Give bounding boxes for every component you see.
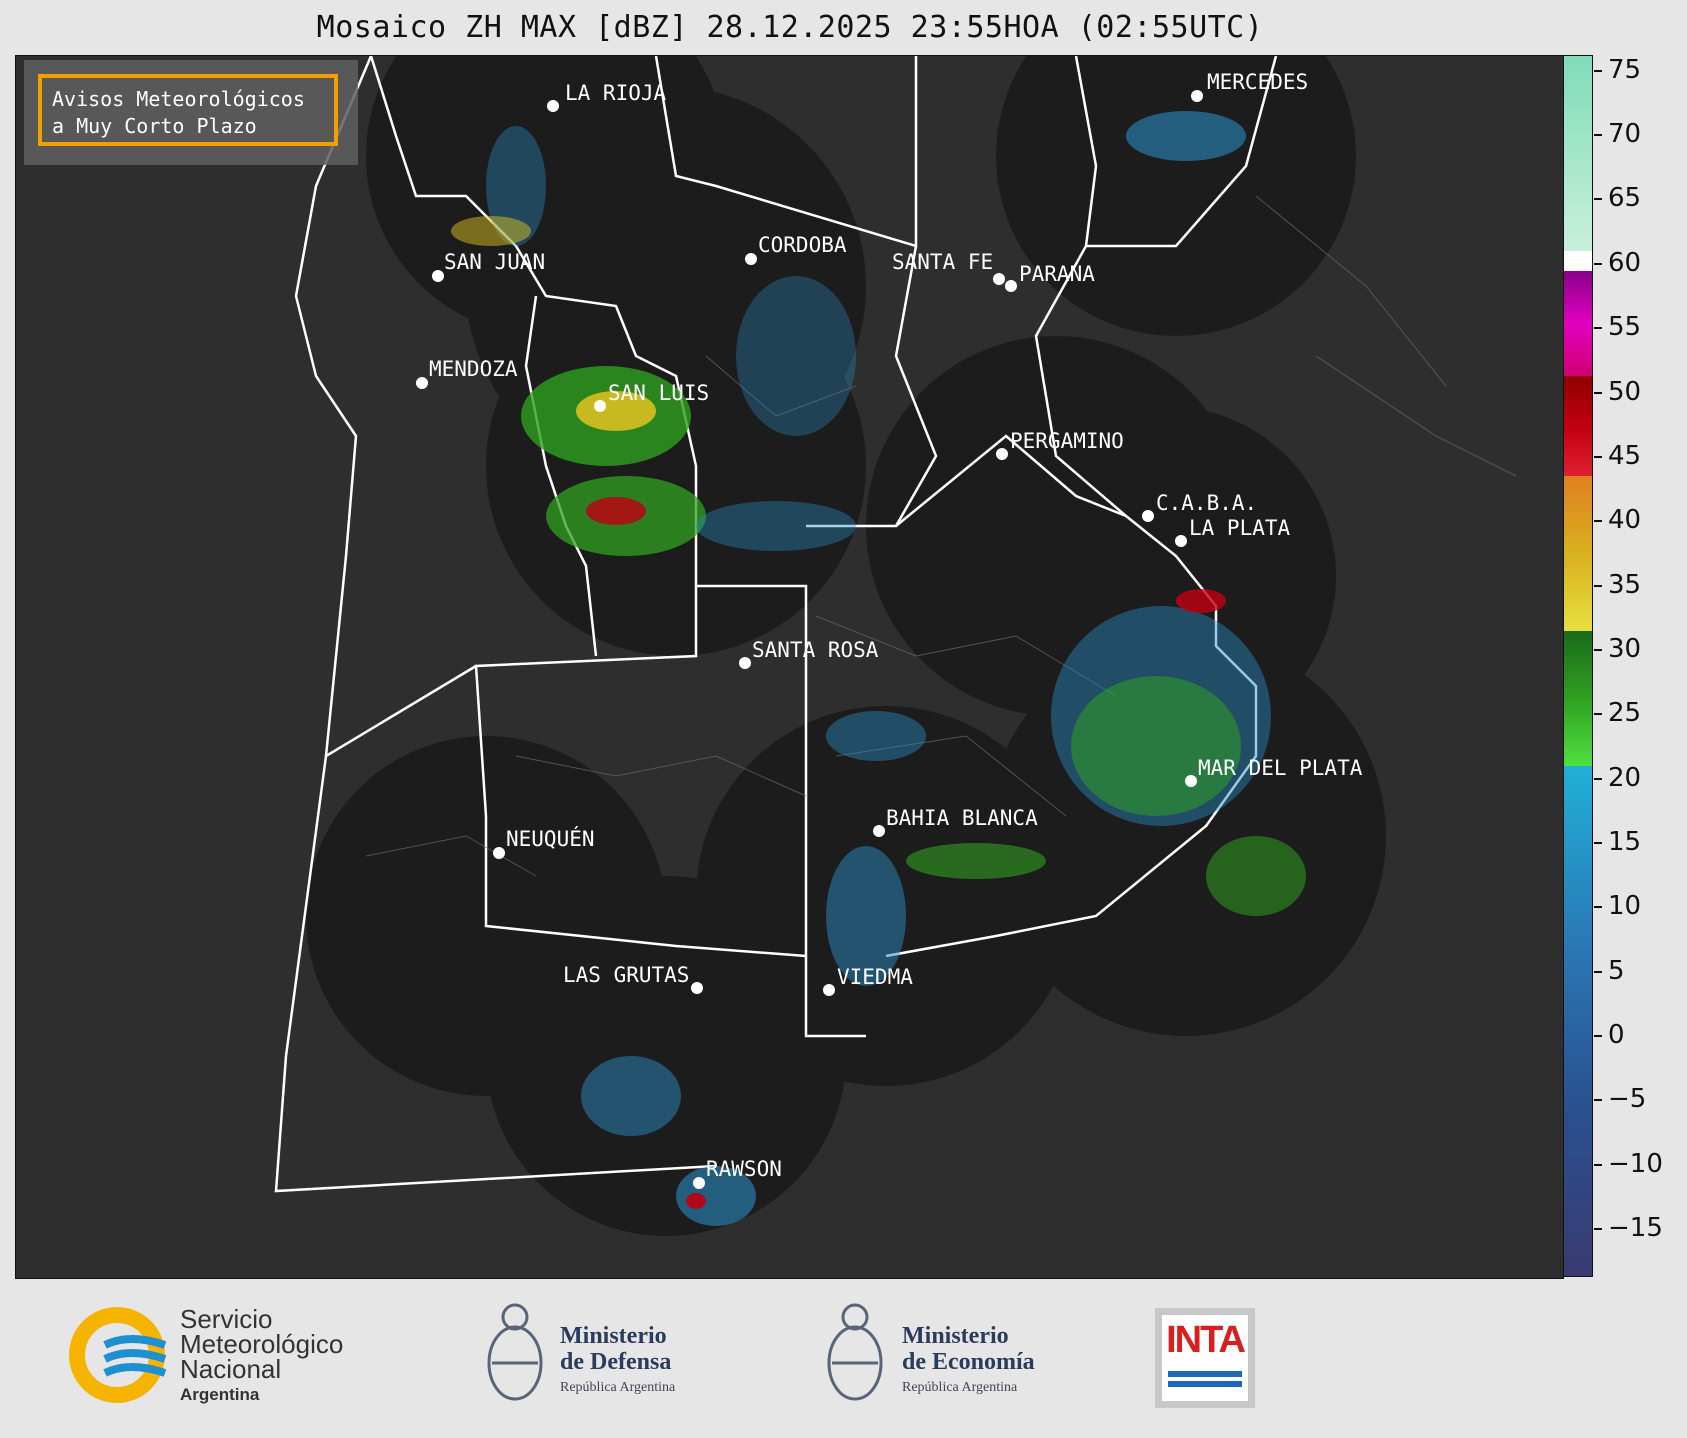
inta-stripe-1 — [1168, 1371, 1242, 1377]
colorbar-tick: 65 — [1594, 183, 1641, 213]
colorbar-tick: 70 — [1594, 119, 1641, 149]
economia-line-1: Ministerio — [902, 1323, 1009, 1349]
city-label: PARANA — [1019, 262, 1095, 286]
notice-panel: Avisos Meteorológicos a Muy Corto Plazo — [24, 60, 358, 165]
colorbar-seg-50-60 — [1564, 271, 1592, 376]
colorbar-tick: −15 — [1594, 1213, 1663, 1243]
colorbar-tick: 35 — [1594, 570, 1641, 600]
map-title: Mosaico ZH MAX [dBZ] 28.12.2025 23:55HOA… — [316, 10, 1264, 45]
colorbar-tick: 40 — [1594, 505, 1641, 535]
smn-line-4: Argentina — [180, 1385, 260, 1404]
colorbar-tick: −5 — [1594, 1084, 1646, 1114]
city-label: LAS GRUTAS — [563, 963, 689, 987]
city-label: BAHIA BLANCA — [886, 806, 1038, 830]
defensa-line-3: República Argentina — [560, 1380, 676, 1395]
smn-logo[interactable]: Servicio Meteorológico Nacional Argentin… — [65, 1305, 395, 1405]
colorbar-tick: 10 — [1594, 891, 1641, 921]
colorbar-tick: −10 — [1594, 1149, 1663, 1179]
colorbar-tick: 45 — [1594, 441, 1641, 471]
economia-line-3: República Argentina — [902, 1380, 1018, 1395]
coat-of-arms-icon — [827, 1303, 883, 1401]
city-label: RAWSON — [706, 1157, 782, 1181]
radar-map[interactable]: LA RIOJA MERCEDES CORDOBA SAN JUAN SANTA… — [15, 55, 1564, 1279]
city-label: SANTA FE — [892, 250, 993, 274]
inta-stripe-2 — [1168, 1381, 1242, 1387]
defensa-line-2: de Defensa — [560, 1349, 672, 1375]
economia-line-2: de Economía — [902, 1349, 1035, 1375]
colorbar-tick: 20 — [1594, 763, 1641, 793]
city-label: MERCEDES — [1207, 70, 1308, 94]
city-label: VIEDMA — [837, 965, 913, 989]
defensa-logo[interactable]: Ministerio de Defensa República Argentin… — [480, 1295, 730, 1415]
city-label: MAR DEL PLATA — [1198, 756, 1363, 780]
city-label: SANTA ROSA — [752, 638, 879, 662]
notice-line-1: Avisos Meteorológicos — [52, 87, 305, 111]
city-label: SAN LUIS — [608, 381, 709, 405]
colorbar-tick: 30 — [1594, 634, 1641, 664]
inta-logo-frame: INTA — [1162, 1315, 1248, 1401]
smn-line-3: Nacional — [180, 1354, 282, 1384]
colorbar-seg-30-40 — [1564, 476, 1592, 631]
inta-label: INTA — [1166, 1319, 1246, 1361]
colorbar-seg-lt20 — [1564, 766, 1592, 1276]
city-label: MENDOZA — [429, 357, 518, 381]
coat-of-arms-icon — [487, 1303, 543, 1401]
city-label: LA RIOJA — [565, 81, 667, 105]
dbz-colorbar — [1563, 55, 1593, 1277]
footer-logos: Servicio Meteorológico Nacional Argentin… — [0, 1280, 1687, 1438]
colorbar-tick: 15 — [1594, 827, 1641, 857]
defensa-line-1: Ministerio — [560, 1323, 667, 1349]
colorbar-tick: 75 — [1594, 55, 1641, 85]
economia-logo[interactable]: Ministerio de Economía República Argenti… — [820, 1295, 1080, 1415]
city-label: NEUQUÉN — [506, 826, 595, 851]
colorbar-tick: 5 — [1594, 956, 1625, 986]
colorbar-seg-40-50 — [1564, 376, 1592, 476]
city-label: LA PLATA — [1189, 516, 1291, 540]
city-label: PERGAMINO — [1010, 429, 1124, 453]
colorbar-ticks: 75 70 65 60 55 50 45 40 35 30 25 20 15 1… — [1594, 55, 1684, 1277]
colorbar-tick: 60 — [1594, 248, 1641, 278]
notice-line-2: a Muy Corto Plazo — [52, 114, 257, 138]
colorbar-tick: 50 — [1594, 377, 1641, 407]
colorbar-tick: 25 — [1594, 698, 1641, 728]
city-label: SAN JUAN — [444, 250, 545, 274]
colorbar-seg-gt60 — [1564, 56, 1592, 251]
notice-box[interactable]: Avisos Meteorológicos a Muy Corto Plazo — [38, 74, 338, 146]
colorbar-tick: 0 — [1594, 1020, 1625, 1050]
city-label: C.A.B.A. — [1156, 491, 1257, 515]
city-label: CORDOBA — [758, 233, 847, 257]
colorbar-tick: 55 — [1594, 312, 1641, 342]
colorbar-seg-60 — [1564, 251, 1592, 271]
inta-logo[interactable]: INTA — [1155, 1308, 1255, 1408]
smn-emblem-icon — [69, 1307, 167, 1403]
radar-map-svg: LA RIOJA MERCEDES CORDOBA SAN JUAN SANTA… — [274, 56, 1517, 1236]
colorbar-seg-20-30 — [1564, 631, 1592, 766]
